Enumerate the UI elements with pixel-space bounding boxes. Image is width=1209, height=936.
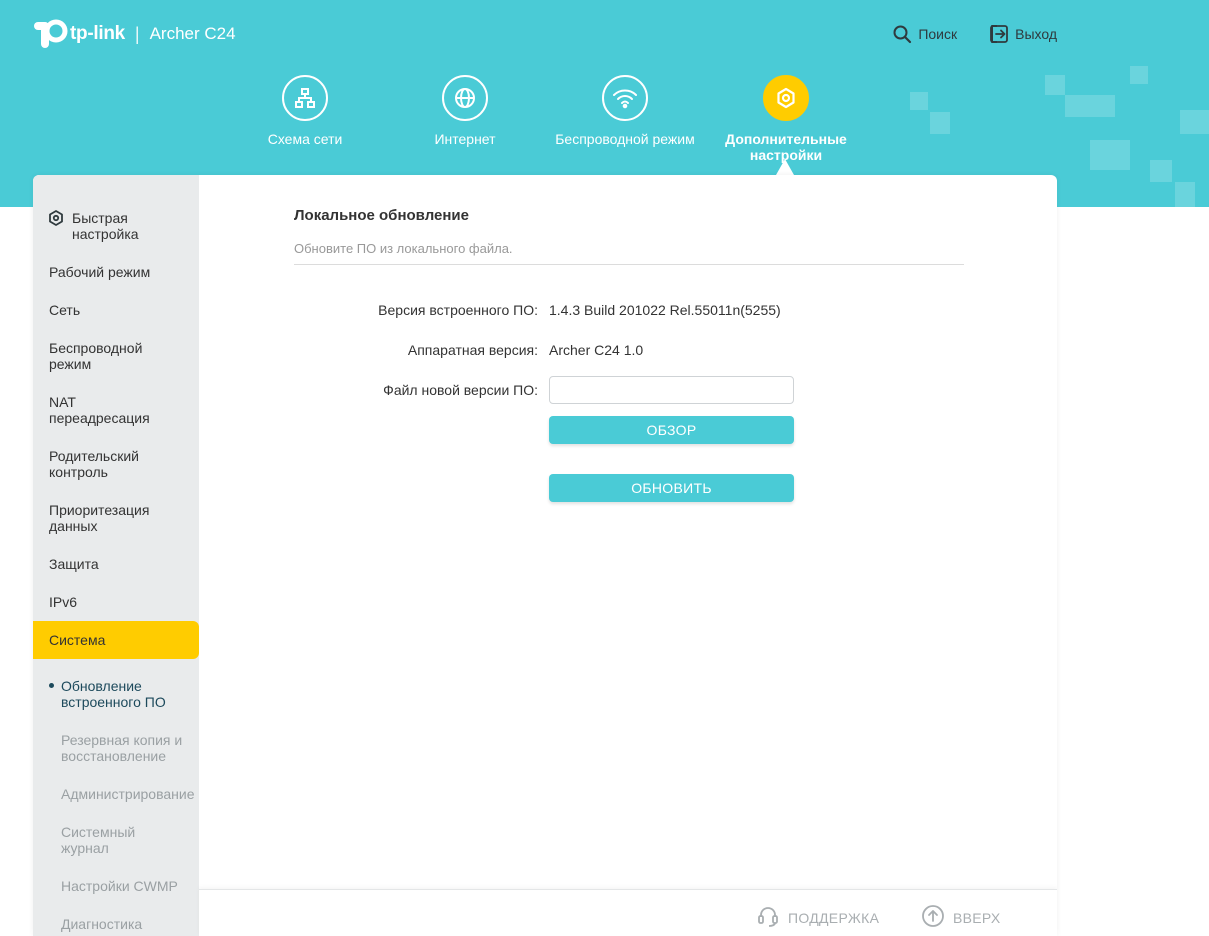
sidebar-item-label: Родительский контроль — [49, 448, 139, 480]
sidebar-item-label: Сеть — [49, 302, 81, 318]
new-firmware-file-label: Файл новой версии ПО: — [383, 382, 538, 398]
sidebar-subitem-system-log[interactable]: Системный журнал — [61, 824, 161, 856]
sidebar-item-quick-setup[interactable]: Быстрая настройка — [47, 210, 199, 242]
globe-icon — [442, 75, 488, 121]
sidebar-subitem-label: Резервная копия и восстановление — [61, 732, 183, 764]
main-panel: Быстрая настройка Рабочий режим Сеть Бес… — [33, 175, 1057, 936]
sidebar-item-nat[interactable]: NAT переадресация — [49, 394, 159, 426]
sidebar-item-network[interactable]: Сеть — [49, 302, 199, 318]
browse-button[interactable]: ОБЗОР — [549, 416, 794, 444]
nav-label: Схема сети — [267, 131, 343, 147]
sidebar-subitem-administration[interactable]: Администрирование — [61, 786, 199, 802]
sidebar-subitem-label: Диагностика — [61, 916, 143, 932]
logo-text: tp-link — [70, 23, 125, 44]
sidebar-item-label: Приоритезация данных — [49, 502, 150, 534]
arrow-up-icon — [921, 904, 945, 931]
sidebar-subitem-diagnostics[interactable]: Диагностика — [61, 916, 199, 932]
nav-network-map[interactable]: Схема сети — [230, 75, 380, 147]
footer: ПОДДЕРЖКА ВВЕРХ — [199, 889, 1057, 936]
hardware-version-label: Аппаратная версия: — [407, 342, 538, 358]
search-button[interactable]: Поиск — [892, 24, 957, 44]
nav-label: Беспроводной режим — [555, 131, 695, 147]
firmware-file-input[interactable] — [549, 376, 794, 404]
network-map-icon — [282, 75, 328, 121]
header-decoration — [1175, 182, 1195, 207]
section-divider — [294, 264, 964, 265]
sidebar-item-label: Рабочий режим — [49, 264, 151, 280]
sidebar-item-security[interactable]: Защита — [49, 556, 199, 572]
hardware-version-value: Archer C24 1.0 — [549, 342, 644, 358]
sidebar-item-wireless[interactable]: Беспроводной режим — [49, 340, 159, 372]
current-item-dot — [49, 683, 54, 688]
sidebar-item-operation-mode[interactable]: Рабочий режим — [49, 264, 199, 280]
sidebar-subitem-backup[interactable]: Резервная копия и восстановление — [61, 732, 191, 764]
gear-icon — [47, 209, 65, 230]
top-label: ВВЕРХ — [953, 909, 1001, 926]
tp-link-logo-icon — [32, 16, 68, 52]
wifi-icon — [602, 75, 648, 121]
nav-label: Интернет — [434, 131, 496, 147]
sidebar-subitem-label: Администрирование — [61, 786, 195, 802]
support-link[interactable]: ПОДДЕРЖКА — [756, 904, 879, 931]
nav-internet[interactable]: Интернет — [390, 75, 540, 147]
search-label: Поиск — [918, 26, 958, 42]
sidebar-item-label: Быстрая настройка — [72, 210, 139, 242]
logo-separator: | — [134, 23, 140, 44]
sidebar-item-label: NAT переадресация — [49, 394, 150, 426]
update-button[interactable]: ОБНОВИТЬ — [549, 474, 794, 502]
sidebar-subitem-label: Системный журнал — [61, 824, 136, 856]
gear-icon — [763, 75, 809, 121]
section-description: Обновите ПО из локального файла. — [294, 241, 513, 256]
top-actions: Поиск Выход — [892, 24, 1057, 44]
firmware-version-label: Версия встроенного ПО: — [378, 302, 538, 318]
sidebar-item-label: IPv6 — [49, 594, 78, 610]
sidebar-item-label: Беспроводной режим — [49, 340, 143, 372]
nav-advanced[interactable]: Дополнительные настройки — [710, 75, 862, 163]
headset-icon — [756, 904, 780, 931]
sidebar-item-system[interactable]: Система — [33, 621, 199, 659]
sidebar: Быстрая настройка Рабочий режим Сеть Бес… — [33, 175, 199, 936]
logout-label: Выход — [1015, 26, 1057, 42]
section-title: Локальное обновление — [294, 207, 469, 224]
nav-active-pointer — [776, 159, 794, 175]
model-name: Archer C24 — [149, 24, 236, 43]
main-nav: Схема сети Интернет Беспроводной режим Д… — [0, 75, 1209, 175]
sidebar-item-parental-control[interactable]: Родительский контроль — [49, 448, 159, 480]
sidebar-item-qos[interactable]: Приоритезация данных — [49, 502, 159, 534]
support-label: ПОДДЕРЖКА — [788, 909, 880, 926]
nav-wireless[interactable]: Беспроводной режим — [550, 75, 700, 147]
sidebar-subitem-label: Настройки CWMP — [61, 878, 178, 894]
sidebar-subitem-cwmp[interactable]: Настройки CWMP — [61, 878, 199, 894]
sidebar-item-label: Защита — [49, 556, 99, 572]
back-to-top-link[interactable]: ВВЕРХ — [921, 904, 1001, 931]
sidebar-item-ipv6[interactable]: IPv6 — [49, 594, 199, 610]
content-area: Локальное обновление Обновите ПО из лока… — [199, 175, 1057, 889]
sidebar-item-label: Система — [49, 632, 106, 648]
logout-icon — [989, 24, 1009, 44]
firmware-version-value: 1.4.3 Build 201022 Rel.55011n(5255) — [549, 302, 781, 318]
logout-button[interactable]: Выход — [989, 24, 1057, 44]
sidebar-subitem-label: Обновление встроенного ПО — [61, 678, 166, 710]
brand-logo: tp-link | Archer C24 — [32, 16, 236, 52]
search-icon — [892, 24, 912, 44]
sidebar-subitem-firmware-update[interactable]: Обновление встроенного ПО — [61, 678, 181, 710]
